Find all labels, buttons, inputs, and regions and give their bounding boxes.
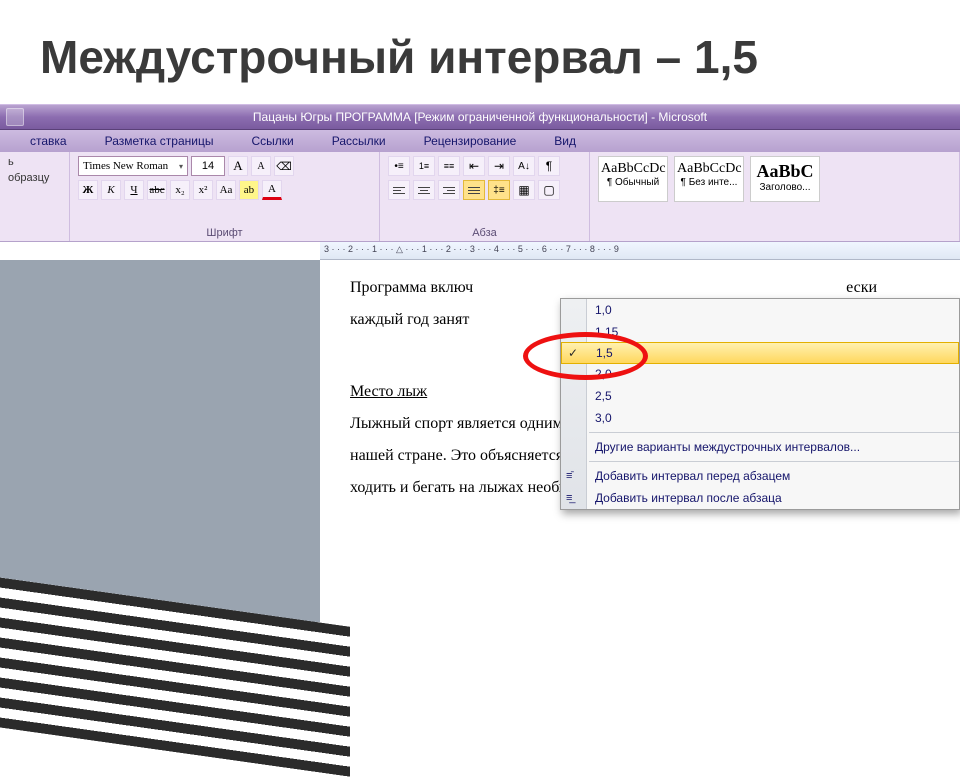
ls-option-more[interactable]: Другие варианты междустрочных интервалов…	[561, 436, 959, 458]
group-label-paragraph: Абза	[388, 225, 581, 239]
style-normal[interactable]: AaBbCcDc ¶ Обычный	[598, 156, 668, 202]
ribbon: ь образцу Times New Roman ▾ 14 A A ⌫ Ж	[0, 152, 960, 242]
quick-access-toolbar	[0, 108, 30, 126]
grow-font-button[interactable]: A	[228, 156, 248, 176]
align-justify-button[interactable]	[463, 180, 485, 200]
bullets-button[interactable]: •≡	[388, 156, 410, 176]
indent-inc-button[interactable]: ⇥	[488, 156, 510, 176]
multilevel-button[interactable]: ≡≡	[438, 156, 460, 176]
line-spacing-button[interactable]: ‡≡	[488, 180, 510, 200]
doc-text: ески	[846, 279, 877, 296]
ls-option-1-15[interactable]: 1,15	[561, 321, 959, 343]
ls-option-label: обавить интервал после абзаца	[603, 491, 782, 505]
style-sample: AaBbC	[753, 159, 817, 182]
group-label	[8, 237, 61, 239]
group-styles: AaBbCcDc ¶ Обычный AaBbCcDc ¶ Без инте..…	[590, 152, 960, 241]
style-heading[interactable]: AaBbC Заголово...	[750, 156, 820, 202]
group-clipboard: ь образцу	[0, 152, 70, 241]
font-color-button[interactable]: A	[262, 180, 282, 200]
tab-insert[interactable]: ставка	[20, 131, 77, 152]
italic-button[interactable]: К	[101, 180, 121, 200]
align-center-button[interactable]	[413, 180, 435, 200]
space-after-icon: ≡̲	[566, 492, 572, 504]
font-size-combo[interactable]: 14	[191, 156, 225, 176]
ls-option-add-after[interactable]: ≡̲ Добавить интервал после абзаца	[561, 487, 959, 509]
font-name-combo[interactable]: Times New Roman ▾	[78, 156, 188, 176]
ls-option-3-0[interactable]: 3,0	[561, 407, 959, 429]
group-label-styles	[598, 237, 951, 239]
menu-separator	[589, 461, 959, 462]
line-spacing-menu: 1,0 1,15 ✓ 1,5 2,0 2,5 3,0 Другие вариан…	[560, 298, 960, 510]
ruler-area: 3 · · · 2 · · · 1 · · · △ · · · 1 · · · …	[0, 242, 960, 260]
space-before-icon: ≡̄	[566, 470, 572, 482]
mnemonic: Д	[595, 469, 603, 483]
cut-button[interactable]: ь	[8, 156, 14, 168]
tab-page-layout[interactable]: Разметка страницы	[95, 131, 224, 152]
format-painter-button[interactable]: образцу	[8, 172, 49, 184]
ls-option-label: ругие варианты междустрочных интервалов.…	[603, 440, 860, 454]
menu-separator	[589, 432, 959, 433]
style-name: ¶ Без инте...	[681, 177, 738, 188]
group-font: Times New Roman ▾ 14 A A ⌫ Ж К Ч abc x₂ x…	[70, 152, 380, 241]
ls-option-1-0[interactable]: 1,0	[561, 299, 959, 321]
borders-button[interactable]: ▢	[538, 180, 560, 200]
group-label-font: Шрифт	[78, 225, 371, 239]
doc-text: Программа включ	[350, 279, 473, 296]
slide-title: Междустрочный интервал – 1,5	[0, 0, 960, 104]
qat-button[interactable]	[6, 108, 24, 126]
style-sample: AaBbCcDc	[677, 159, 741, 177]
tab-references[interactable]: Ссылки	[241, 131, 303, 152]
clear-format-button[interactable]: ⌫	[274, 156, 294, 176]
bold-button[interactable]: Ж	[78, 180, 98, 200]
subscript-button[interactable]: x₂	[170, 180, 190, 200]
ls-option-1-5[interactable]: ✓ 1,5	[561, 342, 959, 364]
align-right-button[interactable]	[438, 180, 460, 200]
font-name-value: Times New Roman	[83, 160, 168, 172]
ribbon-tabs: ставка Разметка страницы Ссылки Рассылки…	[0, 130, 960, 152]
style-name: Заголово...	[760, 182, 811, 193]
align-left-button[interactable]	[388, 180, 410, 200]
shading-button[interactable]: ▦	[513, 180, 535, 200]
superscript-button[interactable]: x²	[193, 180, 213, 200]
ls-option-add-before[interactable]: ≡̄ Добавить интервал перед абзацем	[561, 465, 959, 487]
ls-option-2-0[interactable]: 2,0	[561, 363, 959, 385]
show-marks-button[interactable]: ¶	[538, 156, 560, 176]
check-icon: ✓	[568, 346, 582, 360]
chevron-down-icon: ▾	[179, 162, 183, 171]
doc-heading: Место лыж	[350, 383, 427, 400]
strike-button[interactable]: abc	[147, 180, 167, 200]
ls-option-label: 1,5	[596, 346, 613, 360]
window-title: Пацаны Югры ПРОГРАММА [Режим ограниченно…	[0, 110, 960, 124]
highlight-button[interactable]: ab	[239, 180, 259, 200]
mnemonic: Д	[595, 491, 603, 505]
style-name: ¶ Обычный	[607, 177, 659, 188]
sort-button[interactable]: A↓	[513, 156, 535, 176]
mnemonic: Д	[595, 440, 603, 454]
change-case-button[interactable]: Aa	[216, 180, 236, 200]
group-paragraph: •≡ 1≡ ≡≡ ⇤ ⇥ A↓ ¶ ‡≡ ▦ ▢ А	[380, 152, 590, 241]
indent-dec-button[interactable]: ⇤	[463, 156, 485, 176]
tab-view[interactable]: Вид	[544, 131, 586, 152]
numbering-button[interactable]: 1≡	[413, 156, 435, 176]
horizontal-ruler[interactable]: 3 · · · 2 · · · 1 · · · △ · · · 1 · · · …	[320, 242, 960, 260]
underline-button[interactable]: Ч	[124, 180, 144, 200]
titlebar: Пацаны Югры ПРОГРАММА [Режим ограниченно…	[0, 104, 960, 130]
ls-option-label: обавить интервал перед абзацем	[603, 469, 790, 483]
style-no-spacing[interactable]: AaBbCcDc ¶ Без инте...	[674, 156, 744, 202]
tab-mailings[interactable]: Рассылки	[322, 131, 396, 152]
ls-option-2-5[interactable]: 2,5	[561, 385, 959, 407]
tab-review[interactable]: Рецензирование	[414, 131, 527, 152]
style-sample: AaBbCcDc	[601, 159, 665, 177]
shrink-font-button[interactable]: A	[251, 156, 271, 176]
